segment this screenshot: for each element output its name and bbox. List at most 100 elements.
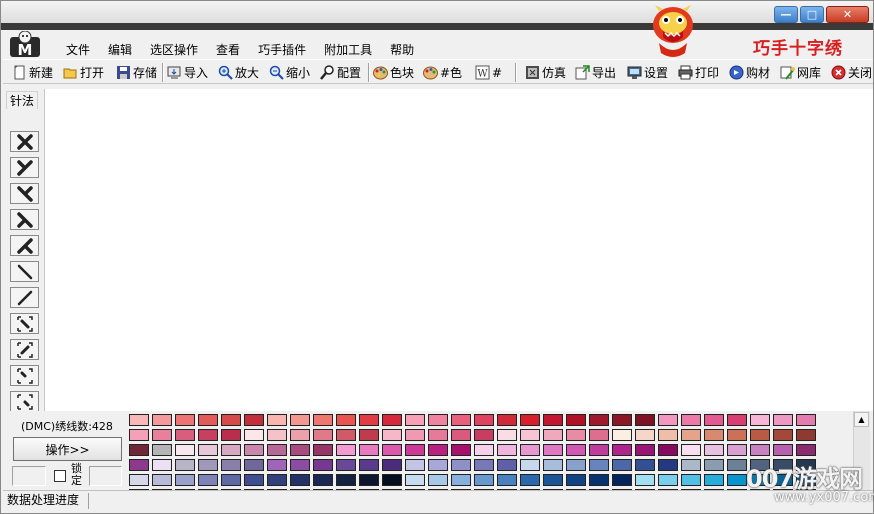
minimize-button[interactable]: — (774, 6, 798, 23)
color-swatch[interactable] (681, 474, 701, 486)
color-swatch[interactable] (543, 474, 563, 486)
color-swatch[interactable] (704, 459, 724, 471)
color-swatch[interactable] (152, 474, 172, 486)
color-swatch[interactable] (359, 459, 379, 471)
color-swatch[interactable] (359, 414, 379, 426)
color-swatch[interactable] (497, 444, 517, 456)
tool-quarter-stitch-a[interactable] (10, 209, 39, 230)
color-swatch[interactable] (704, 414, 724, 426)
color-swatch[interactable] (612, 474, 632, 486)
color-swatch[interactable] (589, 414, 609, 426)
color-swatch[interactable] (520, 414, 540, 426)
toolbar-simulate-button[interactable]: 仿真 (525, 63, 566, 82)
color-swatch[interactable] (313, 429, 333, 441)
color-swatch[interactable] (727, 414, 747, 426)
color-swatch[interactable] (313, 444, 333, 456)
operate-button[interactable]: 操作>> (13, 437, 122, 461)
tool-backstitch[interactable] (10, 261, 39, 282)
tool-half-stitch-right[interactable] (10, 183, 39, 204)
tool-quarter-stitch-b[interactable] (10, 235, 39, 256)
color-swatch[interactable] (520, 429, 540, 441)
color-swatch[interactable] (635, 429, 655, 441)
color-swatch[interactable] (658, 444, 678, 456)
menu-file[interactable]: 文件 (56, 39, 98, 59)
color-swatch[interactable] (566, 414, 586, 426)
color-swatch[interactable] (635, 444, 655, 456)
color-swatch[interactable] (497, 429, 517, 441)
color-swatch[interactable] (336, 429, 356, 441)
color-swatch[interactable] (382, 459, 402, 471)
color-swatch[interactable] (198, 444, 218, 456)
color-swatch[interactable] (497, 459, 517, 471)
color-swatch[interactable] (520, 459, 540, 471)
toolbar-settings-button[interactable]: 设置 (627, 63, 668, 82)
tool-full-cross[interactable] (10, 131, 39, 152)
color-swatch[interactable] (359, 444, 379, 456)
color-swatch[interactable] (750, 414, 770, 426)
color-swatch[interactable] (152, 444, 172, 456)
color-swatch[interactable] (727, 459, 747, 471)
color-swatch[interactable] (681, 459, 701, 471)
color-swatch[interactable] (267, 429, 287, 441)
color-swatch[interactable] (336, 459, 356, 471)
color-swatch[interactable] (796, 444, 816, 456)
color-swatch[interactable] (129, 459, 149, 471)
color-swatch[interactable] (336, 444, 356, 456)
color-swatch[interactable] (129, 429, 149, 441)
color-swatch[interactable] (405, 444, 425, 456)
color-swatch[interactable] (658, 429, 678, 441)
color-swatch[interactable] (658, 414, 678, 426)
color-swatch[interactable] (244, 414, 264, 426)
menu-view[interactable]: 查看 (206, 39, 248, 59)
color-swatch[interactable] (382, 474, 402, 486)
color-swatch[interactable] (612, 414, 632, 426)
color-swatch[interactable] (221, 429, 241, 441)
color-swatch[interactable] (451, 414, 471, 426)
color-swatch[interactable] (704, 429, 724, 441)
toolbar-export-button[interactable]: 导出 (575, 63, 616, 82)
color-swatch[interactable] (313, 459, 333, 471)
color-swatch[interactable] (566, 474, 586, 486)
color-swatch[interactable] (175, 444, 195, 456)
color-swatch[interactable] (543, 459, 563, 471)
color-swatch[interactable] (681, 414, 701, 426)
toolbar-zoom-in-button[interactable]: 放大 (218, 63, 259, 82)
color-swatch[interactable] (497, 474, 517, 486)
toolbar-print-button[interactable]: 打印 (678, 63, 719, 82)
stitch-panel-tab[interactable]: 针法 (6, 91, 39, 109)
toolbar-symbol-button[interactable]: W # (475, 63, 502, 82)
toolbar-import-button[interactable]: 导入 (167, 63, 208, 82)
color-swatch[interactable] (451, 474, 471, 486)
color-swatch[interactable] (129, 444, 149, 456)
color-swatch[interactable] (244, 474, 264, 486)
color-swatch[interactable] (313, 414, 333, 426)
color-swatch[interactable] (773, 444, 793, 456)
color-swatch[interactable] (635, 459, 655, 471)
color-swatch[interactable] (428, 414, 448, 426)
color-swatch[interactable] (382, 444, 402, 456)
color-swatch[interactable] (290, 444, 310, 456)
toolbar-zoom-out-button[interactable]: 缩小 (269, 63, 310, 82)
color-swatch[interactable] (658, 474, 678, 486)
toolbar-config-button[interactable]: 配置 (320, 63, 361, 82)
color-swatch[interactable] (221, 414, 241, 426)
color-swatch[interactable] (198, 459, 218, 471)
color-swatch[interactable] (566, 444, 586, 456)
tool-select-corner-c[interactable] (10, 365, 39, 386)
color-swatch[interactable] (290, 414, 310, 426)
color-swatch[interactable] (451, 444, 471, 456)
color-swatch[interactable] (359, 429, 379, 441)
color-swatch[interactable] (405, 459, 425, 471)
color-swatch[interactable] (474, 414, 494, 426)
color-swatch[interactable] (543, 414, 563, 426)
close-window-button[interactable]: ✕ (826, 6, 869, 23)
color-swatch[interactable] (474, 474, 494, 486)
color-swatch[interactable] (589, 444, 609, 456)
color-swatch[interactable] (520, 444, 540, 456)
color-swatch[interactable] (175, 459, 195, 471)
color-swatch[interactable] (152, 429, 172, 441)
color-swatch[interactable] (198, 429, 218, 441)
color-swatch[interactable] (727, 474, 747, 486)
color-swatch[interactable] (336, 474, 356, 486)
color-swatch[interactable] (198, 414, 218, 426)
